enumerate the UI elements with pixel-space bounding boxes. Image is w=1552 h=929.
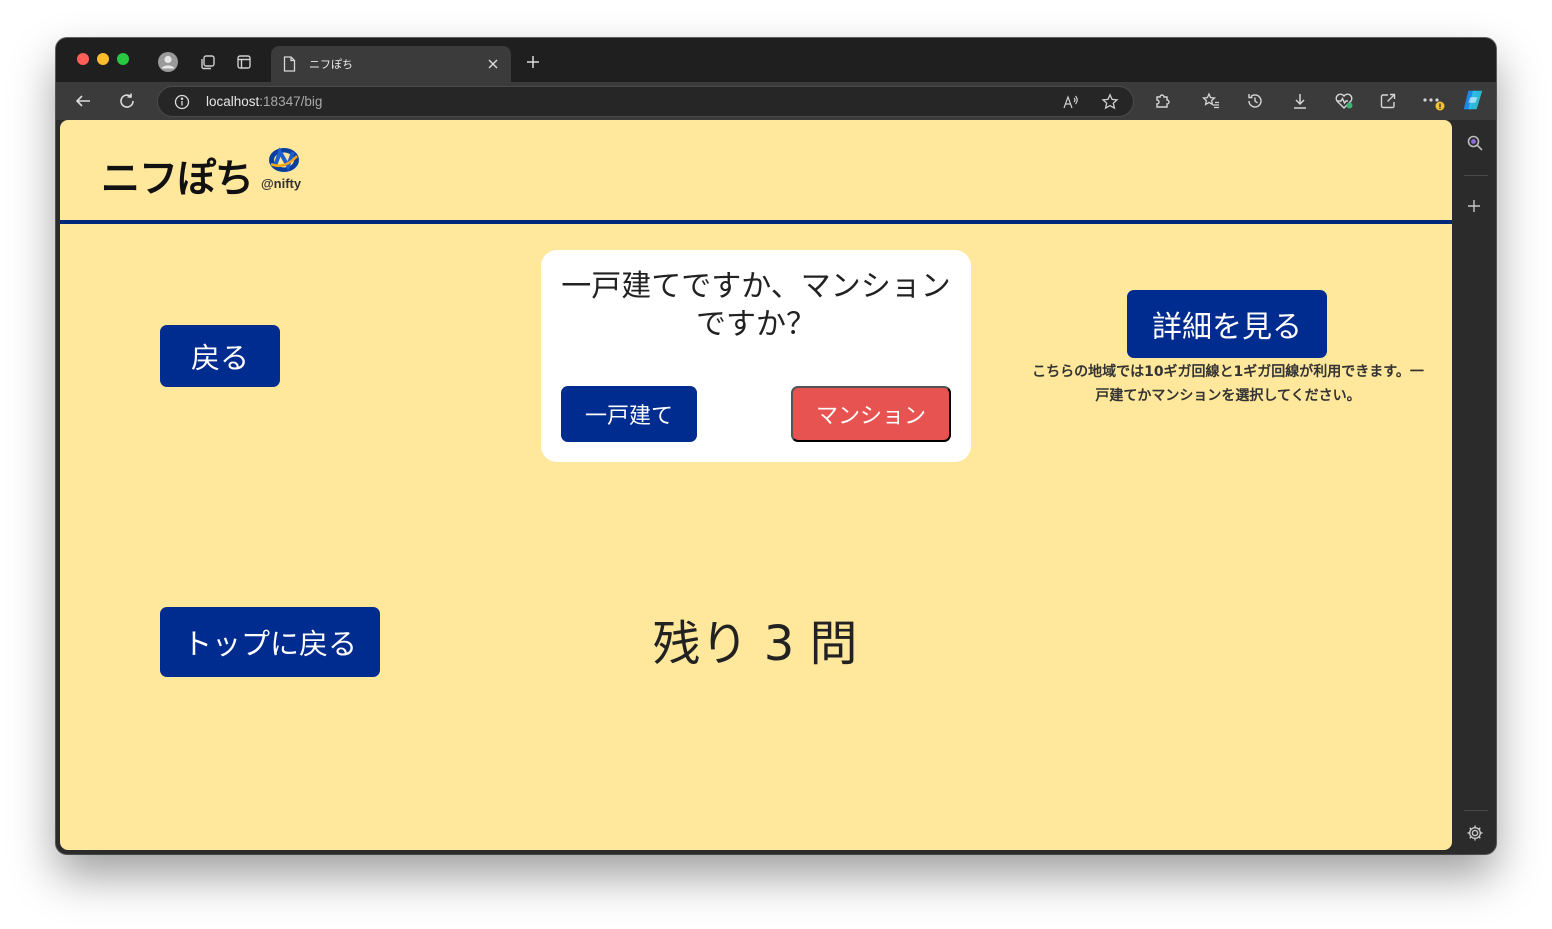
site-header: ニフぽち @nifty xyxy=(60,120,1452,220)
extensions-icon[interactable] xyxy=(1150,89,1174,113)
profile-icon[interactable] xyxy=(156,50,180,74)
settings-icon[interactable] xyxy=(1466,824,1484,846)
copilot-icon[interactable] xyxy=(1461,88,1485,112)
tab-title: ニフぽち xyxy=(309,58,353,71)
question-card: 一戸建てですか、マンションですか？ 一戸建て マンション xyxy=(541,250,971,462)
sidebar-divider-bottom xyxy=(1464,810,1488,811)
browser-window: ニフぽち localhost:18347/big ニフぽち @nifty 戻る … xyxy=(56,38,1496,854)
area-note: こちらの地域では10ギガ回線と1ギガ回線が利用できます。一戸建てかマンションを選… xyxy=(1032,364,1424,404)
collections-icon[interactable] xyxy=(196,50,220,74)
browser-sidebar xyxy=(1456,120,1496,854)
share-icon[interactable] xyxy=(1376,89,1400,113)
url-path: :18347/big xyxy=(259,94,323,109)
favorite-star-icon[interactable] xyxy=(1101,93,1119,115)
back-button[interactable]: 戻る xyxy=(160,325,280,387)
page-icon xyxy=(283,56,296,76)
close-icon[interactable] xyxy=(483,54,503,74)
back-arrow-icon[interactable] xyxy=(70,88,96,114)
url-text: localhost:18347/big xyxy=(206,94,322,109)
performance-icon[interactable] xyxy=(1332,89,1356,113)
view-details-button[interactable]: 詳細を見る xyxy=(1127,290,1327,358)
minimize-window-button[interactable] xyxy=(97,53,109,65)
tab-actions-icon[interactable] xyxy=(232,50,256,74)
plus-icon[interactable] xyxy=(1467,198,1481,217)
info-icon[interactable] xyxy=(174,94,190,114)
close-window-button[interactable] xyxy=(77,53,89,65)
back-to-top-button[interactable]: トップに戻る xyxy=(160,607,380,677)
page-content: ニフぽち @nifty 戻る 一戸建てですか、マンションですか？ 一戸建て マン… xyxy=(60,120,1452,850)
sidebar-divider xyxy=(1464,175,1488,176)
site-logo-text[interactable]: ニフぽち xyxy=(101,148,254,204)
remaining-questions: 残り 3 問 xyxy=(652,616,858,672)
url-host: localhost xyxy=(206,94,260,109)
toolbar: localhost:18347/big xyxy=(56,82,1496,120)
search-icon[interactable] xyxy=(1466,134,1484,156)
read-aloud-icon[interactable] xyxy=(1062,93,1080,115)
address-bar[interactable]: localhost:18347/big xyxy=(157,86,1134,117)
nifty-logo-icon xyxy=(266,146,302,180)
title-bar: ニフぽち xyxy=(56,38,1496,82)
download-icon[interactable] xyxy=(1288,89,1312,113)
reload-icon[interactable] xyxy=(114,88,140,114)
house-option-button[interactable]: 一戸建て xyxy=(561,386,697,442)
more-icon[interactable] xyxy=(1421,89,1445,113)
maximize-window-button[interactable] xyxy=(117,53,129,65)
question-text: 一戸建てですか、マンションですか？ xyxy=(561,269,951,342)
active-tab[interactable]: ニフぽち xyxy=(271,46,511,82)
mansion-option-button[interactable]: マンション xyxy=(791,386,951,442)
header-divider xyxy=(60,220,1452,224)
favorites-icon[interactable] xyxy=(1199,89,1223,113)
site-logo-sub: @nifty xyxy=(261,176,302,191)
new-tab-button[interactable] xyxy=(522,51,544,73)
history-icon[interactable] xyxy=(1243,89,1267,113)
